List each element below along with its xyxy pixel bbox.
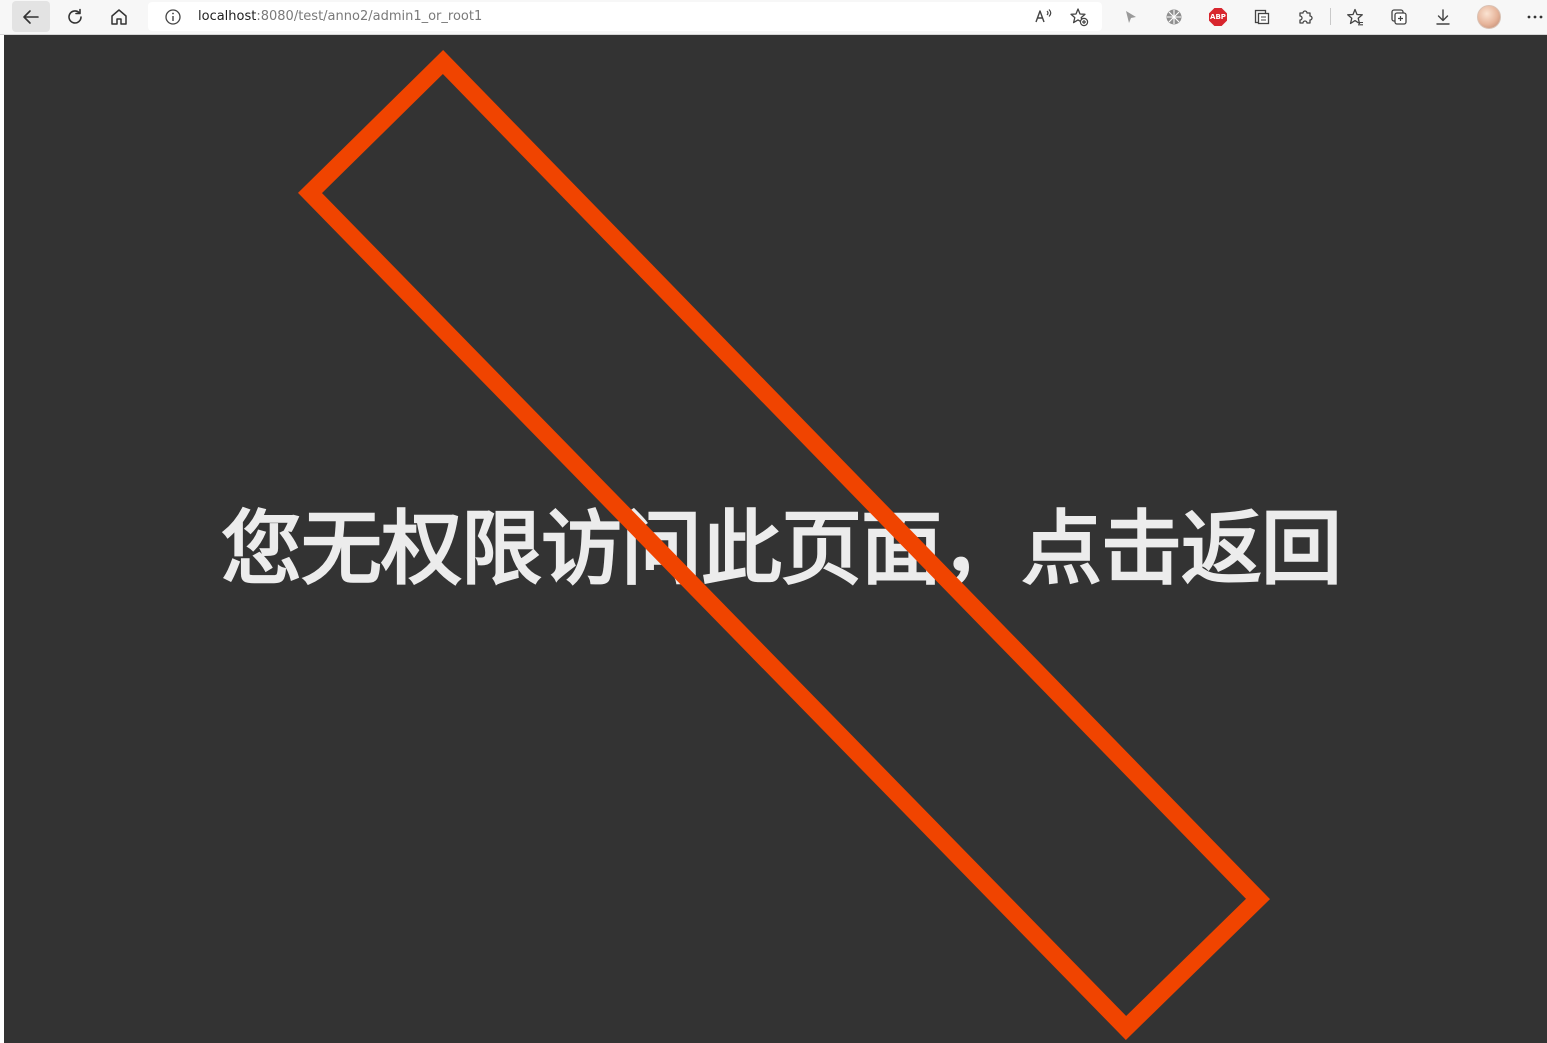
downloads-button[interactable] — [1430, 4, 1456, 30]
url-host: localhost — [198, 9, 257, 24]
read-aloud-icon — [1035, 9, 1052, 23]
address-bar[interactable]: localhost:8080/test/anno2/admin1_or_root… — [148, 2, 1102, 31]
read-aloud-button[interactable] — [1031, 4, 1057, 30]
grid-extension-icon — [1166, 9, 1182, 25]
favorites-star-icon — [1347, 8, 1363, 26]
back-button[interactable] — [12, 1, 50, 32]
url-path: :8080/test/anno2/admin1_or_root1 — [256, 9, 483, 24]
extensions-button[interactable] — [1293, 4, 1319, 30]
collections-icon — [1391, 9, 1407, 25]
page-left-edge — [0, 35, 4, 1043]
adblock-plus-button[interactable]: ABP — [1205, 4, 1231, 30]
add-favorite-icon — [1070, 8, 1089, 27]
toolbar-divider — [1330, 8, 1331, 25]
avatar — [1477, 5, 1501, 29]
page-content: 您无权限访问此页面，点击返回 — [0, 35, 1547, 1043]
favorites-button[interactable] — [1342, 4, 1368, 30]
collections-extension-icon — [1254, 9, 1270, 25]
cursor-extension-icon — [1126, 11, 1136, 23]
add-favorite-button[interactable] — [1066, 4, 1092, 30]
more-menu-icon — [1527, 15, 1543, 19]
download-icon — [1436, 9, 1450, 25]
extension-collections-button[interactable] — [1249, 4, 1275, 30]
extension-cursor-button[interactable] — [1118, 4, 1144, 30]
back-arrow-icon — [23, 9, 39, 24]
extension-grid-button[interactable] — [1161, 4, 1187, 30]
refresh-icon — [68, 8, 82, 24]
puzzle-extensions-icon — [1299, 10, 1313, 24]
more-menu-button[interactable] — [1522, 4, 1547, 30]
refresh-button[interactable] — [56, 1, 94, 32]
home-icon — [111, 8, 127, 25]
info-icon[interactable] — [164, 8, 182, 26]
browser-toolbar: localhost:8080/test/anno2/admin1_or_root… — [0, 0, 1547, 35]
url-text[interactable]: localhost:8080/test/anno2/admin1_or_root… — [198, 9, 482, 24]
collections-button[interactable] — [1386, 4, 1412, 30]
profile-button[interactable] — [1476, 4, 1502, 30]
no-permission-back-link[interactable]: 您无权限访问此页面，点击返回 — [221, 500, 1342, 600]
adblock-plus-icon: ABP — [1209, 8, 1227, 26]
home-button[interactable] — [100, 1, 138, 32]
